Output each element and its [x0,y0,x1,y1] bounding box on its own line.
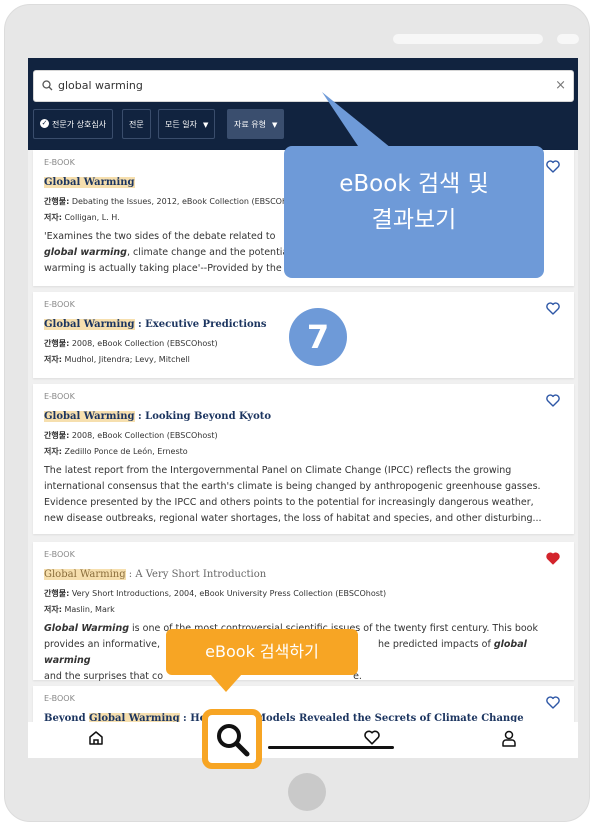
heart-icon[interactable] [364,730,380,745]
result-title[interactable]: Global Warming : Executive Predictions [44,319,267,330]
active-tab-indicator [268,746,394,749]
result-title[interactable]: Global Warming : A Very Short Introducti… [44,569,266,580]
filter-peer-reviewed[interactable]: ✓ 전문가 상호심사 [33,109,114,139]
favorite-heart-filled-icon[interactable] [546,552,560,565]
device-home-button[interactable] [288,773,326,811]
filter-full-text[interactable]: 전문 [122,109,151,139]
search-input[interactable]: global warming × [33,70,574,102]
favorite-heart-icon[interactable] [546,302,560,315]
user-icon[interactable] [501,730,517,748]
search-value: global warming [58,79,143,92]
nav-search-button[interactable] [202,709,262,769]
result-author: 저자: Mudhol, Jitendra; Levy, Mitchell [44,355,190,364]
status-pill-small [557,34,579,44]
search-icon [217,724,250,757]
close-icon[interactable]: × [555,78,566,93]
result-publication: 간행물: 2008, eBook Collection (EBSCOhost) [44,339,218,348]
bottom-navigation [28,722,578,758]
callout-search-results: eBook 검색 및 결과보기 [284,146,544,278]
result-abstract: The latest report from the Intergovernme… [44,465,542,524]
filter-source-type[interactable]: 자료 유형 ▼ [227,109,285,139]
result-card[interactable]: E-BOOK Global Warming : Looking Beyond K… [33,384,574,534]
check-circle-icon: ✓ [40,119,49,128]
result-publication: 간행물: Very Short Introductions, 2004, eBo… [44,589,387,598]
favorite-heart-icon[interactable] [546,160,560,173]
result-type: E-BOOK [44,158,75,167]
result-publication: 간행물: 2008, eBook Collection (EBSCOhost) [44,431,218,440]
result-title[interactable]: Global Warming [44,177,135,188]
step-number-badge: 7 [289,308,347,366]
status-pill [393,34,543,44]
search-icon [42,80,53,91]
home-icon[interactable] [88,730,104,746]
result-type: E-BOOK [44,392,75,401]
filter-all-dates[interactable]: 모든 일자 ▼ [158,109,216,139]
search-header: global warming × ✓ 전문가 상호심사 전문 모든 일자 ▼ 자료 … [28,58,578,150]
chevron-down-icon: ▼ [271,121,278,129]
favorite-heart-icon[interactable] [546,696,560,709]
chevron-down-icon: ▼ [202,121,209,129]
result-type: E-BOOK [44,300,75,309]
result-author: 저자: Colligan, L. H. [44,213,120,222]
callout-pointer [210,674,242,692]
result-title[interactable]: Global Warming : Looking Beyond Kyoto [44,411,271,422]
result-author: 저자: Zedillo Ponce de León, Ernesto [44,447,188,456]
favorite-heart-icon[interactable] [546,394,560,407]
result-publication: 간행물: Debating the Issues, 2012, eBook Co… [44,197,303,206]
result-type: E-BOOK [44,550,75,559]
result-author: 저자: Maslin, Mark [44,605,115,614]
result-type: E-BOOK [44,694,75,703]
callout-ebook-search: eBook 검색하기 [166,629,358,675]
